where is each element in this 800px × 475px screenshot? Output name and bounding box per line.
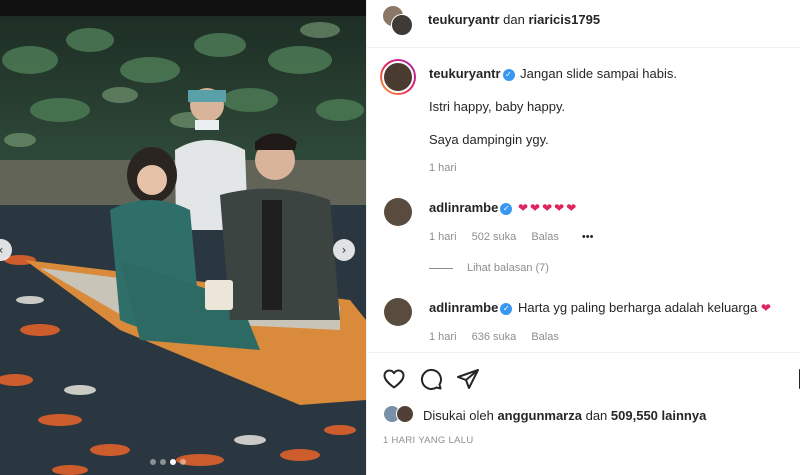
- view-replies-button[interactable]: Lihat balasan (7): [429, 262, 549, 274]
- heart-emoji: ❤: [760, 301, 773, 315]
- divider: [429, 267, 453, 269]
- photo-illustration: [0, 0, 366, 475]
- view-replies-label: Lihat balasan (7): [467, 262, 549, 274]
- verified-badge-icon: ✓: [500, 303, 513, 315]
- likes-summary: Disukai oleh anggunmarza dan 509,550 lai…: [383, 405, 706, 425]
- post-detail-panel: teukuryantr dan riaricis1795 teukuryantr…: [366, 0, 800, 475]
- post-timestamp[interactable]: 1 HARI YANG LALU: [383, 435, 474, 446]
- verified-badge-icon: ✓: [500, 203, 513, 215]
- avatar[interactable]: [391, 14, 413, 36]
- caption-text: Jangan slide sampai habis.: [520, 66, 677, 81]
- author-username[interactable]: riaricis1795: [528, 12, 600, 27]
- send-icon[interactable]: [456, 367, 480, 391]
- connector-text: dan: [503, 12, 525, 27]
- carousel-dot: [180, 459, 186, 465]
- author-username[interactable]: teukuryantr: [428, 12, 500, 27]
- bookmark-icon[interactable]: [795, 367, 800, 391]
- more-options-icon[interactable]: •••: [582, 231, 594, 243]
- likes-prefix: Disukai oleh: [423, 407, 494, 423]
- collab-avatars[interactable]: [382, 5, 414, 37]
- likes-count[interactable]: 509,550 lainnya: [611, 408, 706, 423]
- comment-time[interactable]: 1 hari: [429, 331, 457, 343]
- comment: adlinrambe ✓ Harta yg paling berharga ada…: [429, 300, 773, 315]
- instagram-post-view: ‹ › teukuryantr dan riaricis1795 teukury…: [0, 0, 800, 475]
- caption-first-line: teukuryantr ✓ Jangan slide sampai habis.: [429, 66, 677, 81]
- comment-likes[interactable]: 502 suka: [472, 231, 517, 243]
- liker-avatars: [383, 405, 419, 425]
- caption-time[interactable]: 1 hari: [429, 162, 457, 174]
- comment-meta: 1 hari 502 suka Balas •••: [429, 231, 605, 243]
- post-actions: Disukai oleh anggunmarza dan 509,550 lai…: [367, 352, 800, 475]
- comment-icon[interactable]: [419, 367, 443, 391]
- comment-text: ❤❤❤❤❤: [517, 201, 579, 215]
- heart-icon[interactable]: [382, 367, 406, 391]
- comment-text: Harta yg paling berharga adalah keluarga: [517, 300, 758, 315]
- comment-meta: 1 hari 636 suka Balas: [429, 331, 571, 343]
- caption-text: Istri happy, baby happy.: [429, 99, 566, 114]
- comment-username[interactable]: adlinrambe: [429, 200, 498, 215]
- caption-avatar[interactable]: [380, 59, 416, 95]
- comment-username[interactable]: adlinrambe: [429, 300, 498, 315]
- caption-username[interactable]: teukuryantr: [429, 66, 501, 81]
- post-photo[interactable]: ‹ ›: [0, 0, 366, 475]
- comment-avatar[interactable]: [384, 198, 412, 226]
- carousel-dot: [160, 459, 166, 465]
- carousel-dot-active: [170, 459, 176, 465]
- next-photo-button[interactable]: ›: [333, 239, 355, 261]
- comment: adlinrambe ✓ ❤❤❤❤❤: [429, 200, 578, 215]
- carousel-indicator: [150, 459, 186, 465]
- verified-badge-icon: ✓: [502, 69, 515, 81]
- post-authors: teukuryantr dan riaricis1795: [428, 12, 600, 27]
- comment-avatar[interactable]: [384, 298, 412, 326]
- reply-button[interactable]: Balas: [531, 231, 559, 243]
- carousel-dot: [150, 459, 156, 465]
- post-header: teukuryantr dan riaricis1795: [367, 0, 800, 48]
- caption-text: Saya dampingin ygy.: [429, 132, 549, 147]
- caption-meta: 1 hari: [429, 162, 469, 174]
- liker-username[interactable]: anggunmarza: [497, 408, 582, 423]
- avatar: [396, 405, 414, 423]
- comment-time[interactable]: 1 hari: [429, 231, 457, 243]
- comment-likes[interactable]: 636 suka: [472, 331, 517, 343]
- reply-button[interactable]: Balas: [531, 331, 559, 343]
- likes-connector: dan: [585, 407, 608, 423]
